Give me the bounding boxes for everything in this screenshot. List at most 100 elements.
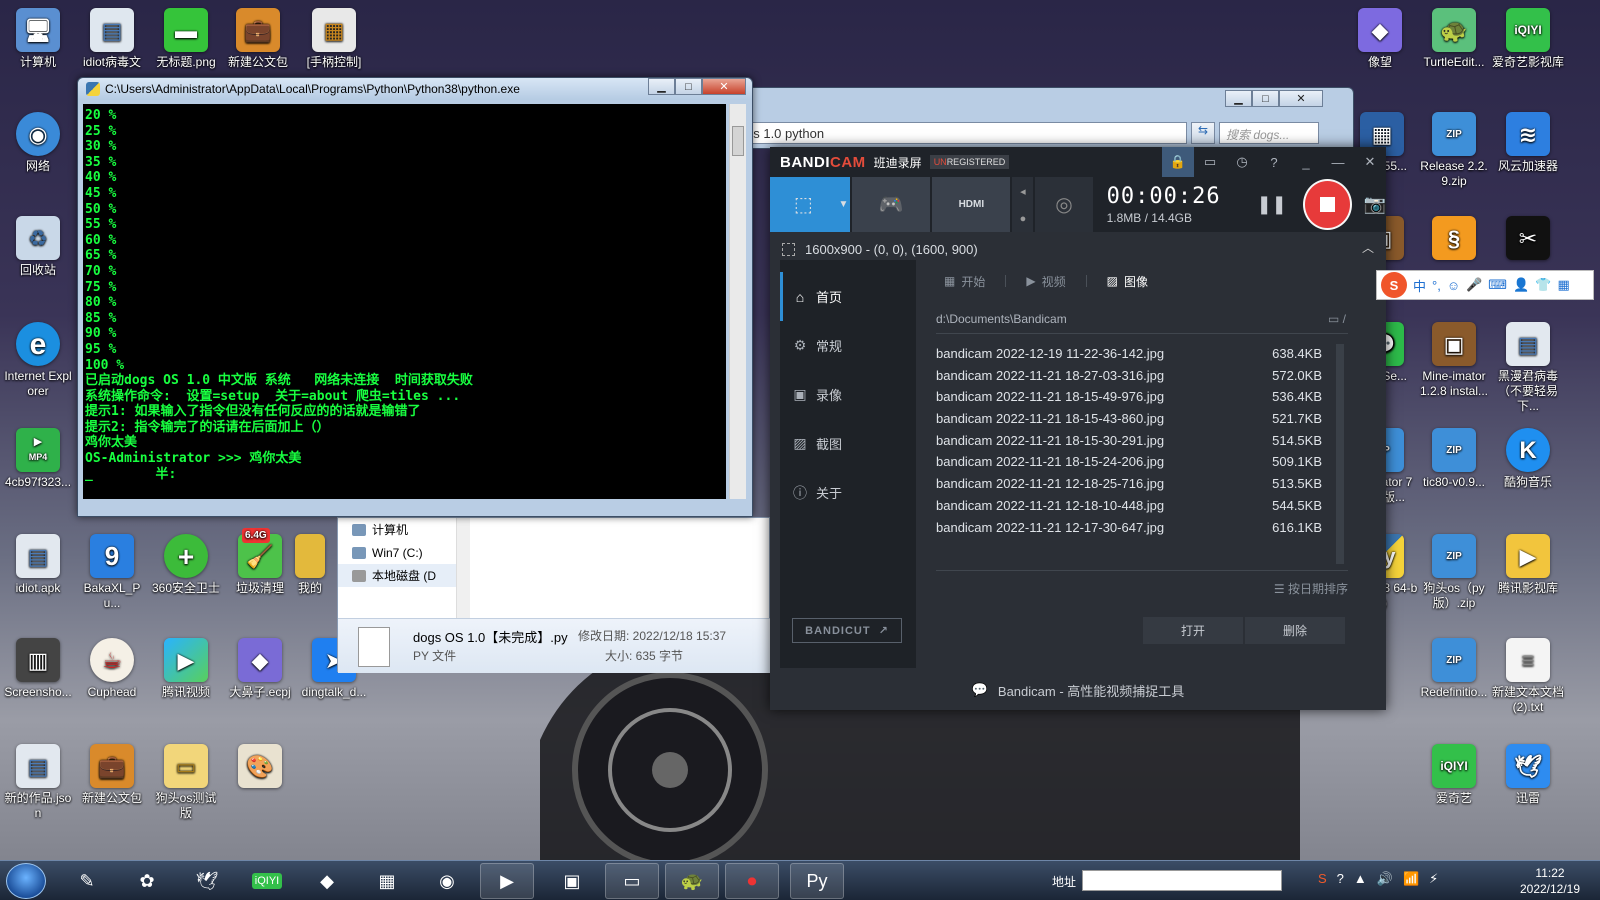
desktop-icon-iqiyi-lib[interactable]: iQIYI 爱奇艺影视库	[1492, 8, 1564, 70]
emoji-icon[interactable]: ☺	[1447, 278, 1460, 293]
desktop-icon-untitled-png[interactable]: ▬ 无标题.png	[150, 8, 222, 70]
clock-icon[interactable]: ◷	[1226, 154, 1258, 170]
desktop-icon-release[interactable]: ZIP Release 2.2.9.zip	[1418, 112, 1490, 189]
microphone-icon[interactable]: ●	[1020, 213, 1027, 225]
close-button[interactable]: ✕	[702, 78, 746, 95]
sidebar-item-screenshot[interactable]: ▨ 截图	[780, 419, 916, 468]
network-icon[interactable]: ⚡	[1429, 871, 1438, 887]
speaker-icon[interactable]: ◂	[1020, 185, 1026, 198]
taskbar-item-grass-block[interactable]: ▣	[545, 863, 599, 899]
taskbar-item-xunlei[interactable]: 🕊	[180, 863, 234, 899]
ime-language-toggle[interactable]: 中	[1413, 276, 1426, 295]
taskbar-item-turtle[interactable]: 🐢	[665, 863, 719, 899]
start-button[interactable]	[6, 863, 46, 899]
taskbar-item-bandicam[interactable]: ⏺	[725, 863, 779, 899]
sidebar-item-video[interactable]: ▣ 录像	[780, 370, 916, 419]
desktop-icon-tic80[interactable]: ZIP tic80-v0.9...	[1418, 428, 1490, 490]
desktop-icon-briefcase[interactable]: 💼 新建公文包	[222, 8, 294, 70]
list-item[interactable]: bandicam 2022-11-21 12-18-25-716.jpg 513.…	[936, 476, 1336, 498]
tab-start[interactable]: ▦ 开始	[944, 273, 985, 290]
desktop-icon-new-work[interactable]: ▤ 新的作品.json	[2, 744, 74, 821]
microphone-icon[interactable]: 🎤	[1466, 277, 1482, 293]
taskbar-item-cube[interactable]: ◆	[300, 863, 354, 899]
list-item[interactable]: bandicam 2022-11-21 12-18-10-448.jpg 544.…	[936, 498, 1336, 520]
list-item[interactable]: bandicam 2022-11-21 18-15-49-976.jpg 536.…	[936, 389, 1336, 411]
desktop-icon-paint[interactable]: 🎨	[224, 744, 296, 791]
lock-icon[interactable]: 🔒	[1162, 147, 1194, 177]
device-mode-button[interactable]: HDMI	[932, 177, 1011, 232]
desktop-icon-tencent-video[interactable]: ▶ 腾讯视频	[150, 638, 222, 700]
close-button[interactable]: ✕	[1279, 90, 1323, 107]
desktop-icon-xiangzheng[interactable]: ◆ 像望	[1344, 8, 1416, 70]
desktop-icon-idiot-virus[interactable]: ▤ idiot病毒文	[76, 8, 148, 70]
explorer-window-background[interactable]: ▁ □ ✕ os 1.0 python ⇆ 搜索 dogs...	[740, 87, 1354, 149]
ime-punctuation-toggle[interactable]: °,	[1432, 278, 1441, 293]
mode-dropdown-button[interactable]: ▼	[836, 177, 851, 232]
help-icon[interactable]: ?	[1337, 871, 1344, 887]
minimize-button[interactable]: ▁	[1225, 90, 1252, 107]
search-input[interactable]: 搜索 dogs...	[1219, 122, 1319, 144]
taskbar-item-chrome[interactable]: ◉	[420, 863, 474, 899]
sidebar-item-home[interactable]: ⌂ 首页	[780, 272, 916, 321]
volume-icon[interactable]: 🔊	[1377, 871, 1393, 887]
tree-item-computer[interactable]: 计算机	[338, 518, 462, 541]
stop-record-button[interactable]	[1302, 179, 1352, 230]
desktop-icon-mineimator[interactable]: ▣ Mine-imator 1.2.8 instal...	[1418, 322, 1490, 399]
chevron-up-icon[interactable]: ︿	[1362, 239, 1374, 256]
console-output[interactable]: 20 % 25 % 30 % 35 % 40 % 45 % 50 % 55 % 60 % 65 %…	[83, 104, 726, 499]
close-icon[interactable]: ✕	[1354, 154, 1386, 170]
folder-icon[interactable]: ▭	[1194, 154, 1226, 170]
sogou-tray-icon[interactable]: S	[1318, 871, 1327, 887]
list-item[interactable]: bandicam 2022-12-19 11-22-36-142.jpg 638.…	[936, 346, 1336, 368]
desktop-icon-goutou-zip[interactable]: ZIP 狗头os（py版）.zip	[1418, 534, 1490, 611]
game-mode-button[interactable]: 🎮	[852, 177, 931, 232]
ime-toolbar[interactable]: S 中 °, ☺ 🎤 ⌨ 👤 👕 ▦	[1376, 270, 1594, 300]
screenshot-button[interactable]: 📷	[1364, 177, 1386, 232]
desktop-icon-new-txt[interactable]: ≡ 新建文本文档 (2).txt	[1492, 638, 1564, 715]
taskbar-item-tencent-video[interactable]: ▶	[480, 863, 534, 899]
bandicam-window[interactable]: BANDICAM 班迪录屏 UNREGISTERED 🔒 ▭ ◷ ? _ — ✕…	[770, 147, 1386, 710]
user-icon[interactable]: 👤	[1513, 277, 1529, 293]
sort-by-date-button[interactable]: ☰ 按日期排序	[936, 570, 1348, 600]
sidebar-item-general[interactable]: ⚙ 常规	[780, 321, 916, 370]
taskbar-item-iqiyi[interactable]: iQIYI	[240, 863, 294, 899]
unregistered-badge[interactable]: UNREGISTERED	[929, 155, 1010, 169]
desktop-icon-redefinition[interactable]: ZIP Redefinitio...	[1418, 638, 1490, 700]
desktop-icon-cuphead[interactable]: ☕ Cuphead	[76, 638, 148, 700]
grid-menu-icon[interactable]: ▦	[1557, 277, 1569, 293]
desktop-icon-fengyun[interactable]: ≋ 风云加速器	[1492, 112, 1564, 174]
tree-item-d-drive[interactable]: 本地磁盘 (D	[338, 564, 462, 587]
folder-open-icon[interactable]: ▭ /	[1328, 312, 1346, 326]
python-console-window[interactable]: C:\Users\Administrator\AppData\Local\Pro…	[77, 77, 753, 517]
address-bar[interactable]: os 1.0 python	[741, 122, 1187, 144]
skin-icon[interactable]: 👕	[1535, 277, 1551, 293]
refresh-icon[interactable]: ⇆	[1191, 122, 1215, 144]
desktop-icon-network[interactable]: ◉ 网络	[2, 112, 74, 174]
list-item[interactable]: bandicam 2022-11-21 18-15-24-206.jpg 509.…	[936, 454, 1336, 476]
minimize-icon[interactable]: —	[1322, 155, 1354, 170]
taskbar-item-python[interactable]: Py	[790, 863, 844, 899]
tree-item-c-drive[interactable]: Win7 (C:)	[338, 541, 462, 564]
desktop-icon-computer[interactable]: 🖥 计算机	[2, 8, 74, 70]
pause-button[interactable]: ❚❚	[1257, 177, 1287, 232]
desktop-icon-heiman[interactable]: ▤ 黑漫君病毒（不要轻易下...	[1492, 322, 1564, 414]
webcam-button[interactable]: ◎	[1035, 177, 1093, 232]
desktop-icon-goutou-test[interactable]: ▭ 狗头os测试版	[150, 744, 222, 821]
desktop-icon-screenshot[interactable]: ▥ Screensho...	[2, 638, 74, 700]
desktop-icon-junk[interactable]: 🧹 6.4G 垃圾清理	[224, 528, 296, 596]
sogou-logo-icon[interactable]: S	[1381, 272, 1407, 298]
scrollbar-thumb[interactable]	[732, 126, 744, 156]
desktop-icon-kugou[interactable]: K 酷狗音乐	[1492, 428, 1564, 490]
list-item[interactable]: bandicam 2022-11-21 18-15-30-291.jpg 514.…	[936, 433, 1336, 455]
desktop-icon-recycle[interactable]: ♻ 回收站	[2, 216, 74, 278]
taskbar-address-input[interactable]	[1082, 870, 1282, 891]
sidebar-item-about[interactable]: ⓘ 关于	[780, 468, 916, 517]
desktop-icon-ie[interactable]: e Internet Explorer	[2, 322, 74, 399]
desktop-icon-360[interactable]: + 360安全卫士	[150, 534, 222, 596]
bandicut-button[interactable]: BANDICUT ↗	[792, 618, 902, 643]
taskbar-item-minecraft[interactable]: ▦	[360, 863, 414, 899]
desktop-icon-xunlei[interactable]: 🕊 迅雷	[1492, 744, 1564, 806]
list-item[interactable]: bandicam 2022-11-21 12-17-30-647.jpg 616.…	[936, 520, 1336, 542]
signal-icon[interactable]: 📶	[1403, 871, 1419, 887]
keyboard-icon[interactable]: ⌨	[1488, 277, 1507, 293]
